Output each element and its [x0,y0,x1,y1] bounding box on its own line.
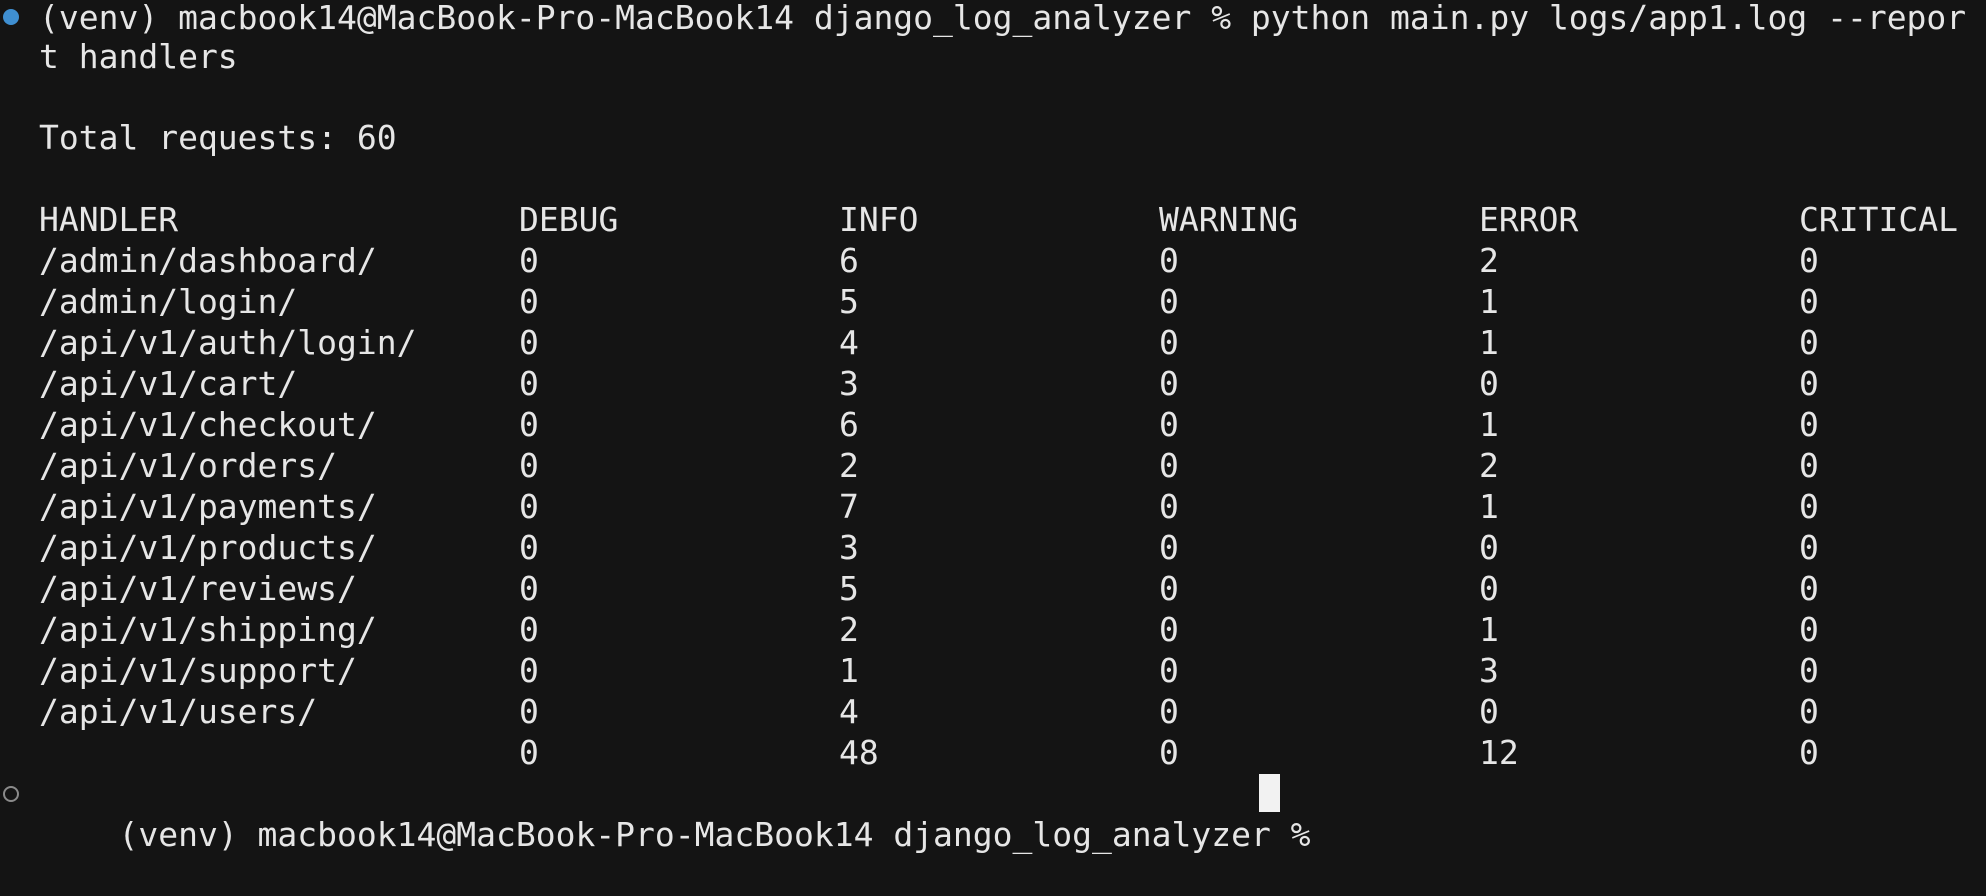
table-cell-handler: /admin/dashboard/ [39,241,377,280]
table-cell-debug: 0 [519,528,539,567]
command-line: (venv) macbook14@MacBook-Pro-MacBook14 d… [39,0,1967,37]
table-cell-critical: 0 [1799,528,1819,567]
text-cursor [1259,774,1280,812]
command-status-icon[interactable] [3,9,19,25]
total-cell-error: 12 [1479,733,1519,772]
column-header-error: ERROR [1479,200,1579,239]
table-cell-info: 6 [839,405,859,444]
total-cell-critical: 0 [1799,733,1819,772]
column-header-debug: DEBUG [519,200,619,239]
table-cell-warning: 0 [1159,569,1179,608]
total-requests: Total requests: 60 [39,118,397,157]
table-cell-debug: 0 [519,610,539,649]
prompt-status-icon[interactable] [3,786,19,802]
table-cell-debug: 0 [519,364,539,403]
table-cell-info: 3 [839,528,859,567]
table-cell-warning: 0 [1159,528,1179,567]
table-cell-critical: 0 [1799,610,1819,649]
table-cell-handler: /api/v1/reviews/ [39,569,357,608]
table-cell-info: 4 [839,323,859,362]
table-cell-handler: /api/v1/payments/ [39,487,377,526]
table-cell-warning: 0 [1159,323,1179,362]
table-cell-warning: 0 [1159,487,1179,526]
table-cell-warning: 0 [1159,241,1179,280]
table-cell-error: 3 [1479,651,1499,690]
table-cell-debug: 0 [519,241,539,280]
terminal-window[interactable]: (venv) macbook14@MacBook-Pro-MacBook14 d… [0,0,1986,854]
table-cell-error: 1 [1479,323,1499,362]
table-cell-critical: 0 [1799,364,1819,403]
table-cell-info: 2 [839,446,859,485]
table-cell-debug: 0 [519,405,539,444]
table-cell-info: 5 [839,569,859,608]
table-cell-error: 1 [1479,610,1499,649]
table-cell-critical: 0 [1799,405,1819,444]
table-cell-handler: /api/v1/users/ [39,692,318,731]
table-cell-warning: 0 [1159,446,1179,485]
table-cell-error: 0 [1479,569,1499,608]
total-cell-debug: 0 [519,733,539,772]
column-header-warning: WARNING [1159,200,1299,239]
table-cell-warning: 0 [1159,364,1179,403]
column-header-handler: HANDLER [39,200,179,239]
table-cell-error: 0 [1479,364,1499,403]
table-cell-handler: /api/v1/cart/ [39,364,298,403]
table-cell-critical: 0 [1799,651,1819,690]
table-cell-handler: /api/v1/products/ [39,528,377,567]
table-cell-warning: 0 [1159,692,1179,731]
table-cell-handler: /api/v1/orders/ [39,446,338,485]
table-cell-critical: 0 [1799,241,1819,280]
table-cell-critical: 0 [1799,282,1819,321]
table-cell-debug: 0 [519,692,539,731]
total-cell-warning: 0 [1159,733,1179,772]
table-cell-error: 1 [1479,405,1499,444]
table-cell-handler: /admin/login/ [39,282,298,321]
table-cell-debug: 0 [519,569,539,608]
table-cell-error: 1 [1479,282,1499,321]
column-header-critical: CRITICAL [1799,200,1958,239]
table-cell-error: 2 [1479,241,1499,280]
table-cell-info: 5 [839,282,859,321]
column-header-info: INFO [839,200,919,239]
table-cell-debug: 0 [519,446,539,485]
total-cell-info: 48 [839,733,879,772]
current-prompt[interactable]: (venv) macbook14@MacBook-Pro-MacBook14 d… [39,773,1330,854]
table-cell-warning: 0 [1159,282,1179,321]
command-line-wrap: t handlers [39,37,238,76]
table-cell-error: 0 [1479,692,1499,731]
table-cell-handler: /api/v1/auth/login/ [39,323,417,362]
table-cell-error: 1 [1479,487,1499,526]
table-cell-info: 3 [839,364,859,403]
table-cell-handler: /api/v1/support/ [39,651,357,690]
table-cell-critical: 0 [1799,446,1819,485]
prompt-text: (venv) macbook14@MacBook-Pro-MacBook14 d… [118,815,1331,854]
table-cell-debug: 0 [519,323,539,362]
table-cell-critical: 0 [1799,569,1819,608]
table-cell-critical: 0 [1799,323,1819,362]
table-cell-info: 6 [839,241,859,280]
table-cell-warning: 0 [1159,610,1179,649]
table-cell-debug: 0 [519,487,539,526]
table-cell-info: 4 [839,692,859,731]
table-cell-error: 0 [1479,528,1499,567]
table-cell-error: 2 [1479,446,1499,485]
table-cell-handler: /api/v1/shipping/ [39,610,377,649]
table-cell-critical: 0 [1799,487,1819,526]
table-cell-handler: /api/v1/checkout/ [39,405,377,444]
table-cell-debug: 0 [519,282,539,321]
table-cell-debug: 0 [519,651,539,690]
table-cell-warning: 0 [1159,405,1179,444]
table-cell-warning: 0 [1159,651,1179,690]
table-cell-info: 7 [839,487,859,526]
table-cell-info: 1 [839,651,859,690]
table-cell-critical: 0 [1799,692,1819,731]
table-cell-info: 2 [839,610,859,649]
